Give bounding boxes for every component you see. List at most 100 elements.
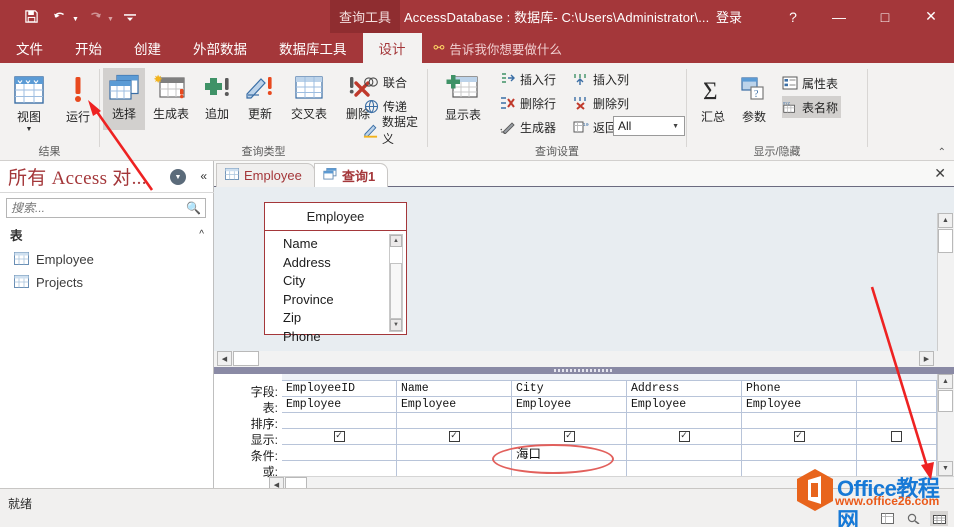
query-design-surface[interactable]: Employee Name Address City Province Zip …	[214, 187, 954, 377]
grid-cell-criteria[interactable]	[742, 445, 857, 461]
grid-cell-show[interactable]: ✓	[742, 429, 857, 445]
grid-cell-table[interactable]: Employee	[512, 397, 627, 413]
grid-cell-show[interactable]: ✓	[282, 429, 397, 445]
nav-item-projects[interactable]: Projects	[0, 271, 214, 294]
grid-cell-table[interactable]: Employee	[397, 397, 512, 413]
delete-column-button[interactable]: 删除列	[573, 92, 629, 114]
grid-cell-sort[interactable]	[397, 413, 512, 429]
grid-cell-field[interactable]: Address	[627, 381, 742, 397]
tab-home[interactable]: 开始	[59, 33, 118, 63]
grid-cell-field[interactable]: EmployeeID	[282, 381, 397, 397]
grid-cell-sort[interactable]	[742, 413, 857, 429]
totals-button[interactable]: Σ 汇总	[695, 71, 731, 125]
pane-splitter[interactable]	[214, 367, 954, 374]
grid-cell-sort[interactable]	[857, 413, 937, 429]
append-query-button[interactable]: 追加	[197, 68, 237, 122]
run-button[interactable]: 运行	[56, 71, 100, 125]
scroll-up-icon[interactable]: ▲	[938, 213, 953, 228]
doc-tab-query1[interactable]: 查询1	[314, 163, 389, 187]
scroll-left-icon[interactable]: ◀	[217, 351, 232, 366]
undo-icon[interactable]	[47, 5, 73, 29]
nav-group-tables[interactable]: 表 ^	[0, 223, 214, 245]
make-table-query-button[interactable]: 生成表	[147, 68, 195, 122]
tab-file[interactable]: 文件	[0, 33, 59, 63]
sign-in-button[interactable]: 登录	[716, 0, 742, 33]
grid-cell-table[interactable]: Employee	[627, 397, 742, 413]
crosstab-query-button[interactable]: 交叉表	[283, 68, 335, 122]
tab-database-tools[interactable]: 数据库工具	[263, 33, 363, 63]
grid-cell-table[interactable]	[857, 397, 937, 413]
redo-dropdown-icon[interactable]: ▼	[107, 16, 114, 23]
tell-me-box[interactable]: ⚯ 告诉我你想要做什么	[422, 33, 562, 63]
search-input[interactable]	[7, 201, 177, 215]
grid-cell-table[interactable]: Employee	[742, 397, 857, 413]
maximize-button[interactable]: □	[862, 0, 908, 33]
scroll-up-icon[interactable]: ▲	[390, 235, 402, 247]
grid-cell-sort[interactable]	[282, 413, 397, 429]
delete-row-button[interactable]: 删除行	[500, 92, 556, 114]
data-definition-button[interactable]: 数据定义	[363, 115, 427, 146]
show-checkbox[interactable]: ✓	[448, 431, 460, 442]
show-checkbox[interactable]: ✓	[678, 431, 690, 442]
builder-button[interactable]: 生成器	[500, 116, 556, 138]
property-sheet-button[interactable]: 属性表	[782, 72, 838, 94]
return-rows-combobox[interactable]: All ▼	[613, 116, 685, 136]
help-button[interactable]: ?	[770, 0, 816, 33]
chevron-down-icon[interactable]: ▼	[672, 123, 679, 130]
save-icon[interactable]	[18, 5, 44, 29]
collapse-ribbon-button[interactable]: ⌃	[938, 147, 946, 158]
grid-cell-criteria[interactable]: 海口	[512, 445, 627, 461]
grid-cell-criteria[interactable]	[397, 445, 512, 461]
grid-cell-show[interactable]	[857, 429, 937, 445]
show-checkbox[interactable]: ✓	[793, 431, 805, 442]
grid-cell-or[interactable]	[512, 461, 627, 477]
scroll-thumb[interactable]	[233, 351, 259, 366]
chevron-down-icon[interactable]: ▼	[26, 126, 33, 133]
grid-cell-field[interactable]: City	[512, 381, 627, 397]
doc-tab-employee[interactable]: Employee	[216, 163, 315, 187]
tab-external-data[interactable]: 外部数据	[177, 33, 263, 63]
grid-cell-criteria[interactable]	[857, 445, 937, 461]
show-table-button[interactable]: 显示表	[436, 69, 490, 123]
field-item[interactable]: Province	[283, 291, 406, 310]
parameters-button[interactable]: ? 参数	[735, 71, 773, 125]
grid-cell-show[interactable]: ✓	[512, 429, 627, 445]
select-query-button[interactable]: 选择	[103, 68, 145, 130]
grid-cell-table[interactable]: Employee	[282, 397, 397, 413]
customize-icon[interactable]	[117, 5, 143, 29]
nav-item-employee[interactable]: Employee	[0, 248, 214, 271]
update-query-button[interactable]: 更新	[239, 68, 281, 122]
field-list-scrollbar[interactable]: ▲ ▼	[389, 234, 403, 332]
field-list-employee[interactable]: Employee Name Address City Province Zip …	[264, 202, 407, 344]
field-item[interactable]: City	[283, 272, 406, 291]
double-chevron-up-icon[interactable]: ^	[199, 229, 204, 240]
grid-vscrollbar[interactable]: ▲ ▼	[937, 374, 954, 476]
grid-cell-or[interactable]	[627, 461, 742, 477]
undo-dropdown-icon[interactable]: ▼	[72, 16, 79, 23]
insert-row-button[interactable]: 插入行	[500, 68, 556, 90]
tab-design[interactable]: 设计	[362, 33, 422, 63]
scroll-thumb[interactable]	[938, 390, 953, 412]
field-item[interactable]: Phone	[283, 328, 406, 347]
scroll-up-icon[interactable]: ▲	[938, 374, 953, 389]
close-icon[interactable]: ✕	[934, 165, 946, 182]
view-button[interactable]: 视图 ▼	[6, 71, 52, 133]
grid-cell-or[interactable]	[282, 461, 397, 477]
show-checkbox[interactable]: ✓	[333, 431, 345, 442]
grid-cell-show[interactable]: ✓	[627, 429, 742, 445]
field-item[interactable]: Zip	[283, 309, 406, 328]
grid-cell-field[interactable]: Phone	[742, 381, 857, 397]
grid-cell-show[interactable]: ✓	[397, 429, 512, 445]
search-icon[interactable]: 🔍	[186, 201, 201, 215]
scroll-thumb[interactable]	[938, 229, 953, 253]
redo-icon[interactable]	[82, 5, 108, 29]
show-checkbox[interactable]	[891, 431, 902, 442]
double-chevron-left-icon[interactable]: «	[200, 169, 207, 183]
table-names-button[interactable]: XYZ 表名称	[782, 96, 842, 118]
grid-cell-sort[interactable]	[512, 413, 627, 429]
grid-cell-sort[interactable]	[627, 413, 742, 429]
chevron-down-circle-icon[interactable]: ▼	[170, 169, 186, 185]
grid-cell-field[interactable]: Name	[397, 381, 512, 397]
tab-create[interactable]: 创建	[118, 33, 177, 63]
design-surface-hscrollbar[interactable]: ◀ ▶	[214, 351, 954, 367]
